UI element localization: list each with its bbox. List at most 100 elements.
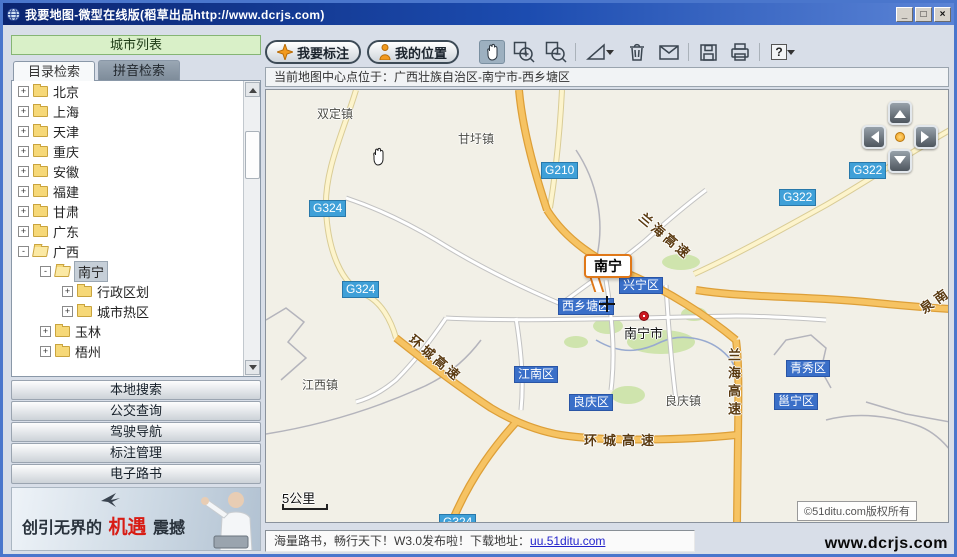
ad-banner[interactable]: 创引无界的 机遇 震撼 bbox=[11, 487, 261, 551]
my-location-label: 我的位置 bbox=[395, 43, 447, 62]
hand-icon bbox=[483, 43, 501, 61]
maximize-button[interactable]: □ bbox=[915, 7, 932, 22]
expand-icon[interactable]: + bbox=[18, 106, 29, 117]
pan-left-button[interactable] bbox=[862, 125, 886, 149]
download-link[interactable]: uu.51ditu.com bbox=[530, 534, 605, 548]
road-badge-g324: G324 bbox=[342, 281, 379, 298]
scroll-down-button[interactable] bbox=[245, 360, 260, 375]
expand-icon[interactable]: + bbox=[18, 146, 29, 157]
minimize-button[interactable]: _ bbox=[896, 7, 913, 22]
panel-ebook-route[interactable]: 电子路书 bbox=[11, 464, 261, 484]
right-arrow-icon bbox=[921, 131, 935, 143]
folder-icon bbox=[33, 226, 48, 237]
tree-item-admin-regions[interactable]: + 行政区划 bbox=[12, 281, 260, 301]
tree-item-label[interactable]: 广东 bbox=[53, 222, 79, 241]
pan-center-dot[interactable] bbox=[895, 132, 905, 142]
pan-hand-tool-button[interactable] bbox=[479, 40, 505, 64]
expand-icon[interactable]: + bbox=[18, 166, 29, 177]
expand-icon[interactable]: + bbox=[18, 186, 29, 197]
close-button[interactable]: × bbox=[934, 7, 951, 22]
tree-item-nanning[interactable]: - 南宁 bbox=[12, 261, 260, 281]
map-canvas[interactable]: 双定镇 甘圩镇 江西镇 良庆镇 G324 G324 G210 G322 G322… bbox=[265, 89, 949, 523]
panel-bus-query[interactable]: 公交查询 bbox=[11, 401, 261, 421]
tree-item-guangdong[interactable]: + 广东 bbox=[12, 221, 260, 241]
expand-icon[interactable]: + bbox=[18, 126, 29, 137]
tree-item-label[interactable]: 梧州 bbox=[75, 342, 101, 361]
annotate-button[interactable]: 我要标注 bbox=[265, 40, 361, 64]
expand-icon[interactable]: + bbox=[40, 326, 51, 337]
district-badge-jiangnan[interactable]: 江南区 bbox=[514, 366, 558, 383]
panel-driving-nav[interactable]: 驾驶导航 bbox=[11, 422, 261, 442]
expand-icon[interactable]: + bbox=[18, 226, 29, 237]
expand-icon[interactable]: + bbox=[62, 286, 73, 297]
folder-icon bbox=[77, 306, 92, 317]
tree-item-yulin[interactable]: + 玉林 bbox=[12, 321, 260, 341]
expand-icon[interactable]: + bbox=[18, 86, 29, 97]
tree-item-fujian[interactable]: + 福建 bbox=[12, 181, 260, 201]
delete-tool-button[interactable] bbox=[624, 40, 650, 64]
map-center-infobar: 当前地图中心点位于：广西壮族自治区-南宁市-西乡塘区 bbox=[265, 67, 949, 87]
expand-icon[interactable]: - bbox=[40, 266, 51, 277]
help-icon: ? bbox=[771, 44, 787, 60]
tree-item-label[interactable]: 福建 bbox=[53, 182, 79, 201]
save-tool-button[interactable] bbox=[695, 40, 721, 64]
titlebar[interactable]: 我要地图-微型在线版(稻草出品http://www.dcrjs.com) _ □… bbox=[3, 3, 954, 25]
panel-annotation-manage[interactable]: 标注管理 bbox=[11, 443, 261, 463]
district-badge-qingxiu[interactable]: 青秀区 bbox=[786, 360, 830, 377]
town-label: 良庆镇 bbox=[665, 392, 701, 409]
tree-item-label[interactable]: 玉林 bbox=[75, 322, 101, 341]
scroll-up-button[interactable] bbox=[245, 82, 260, 97]
expand-icon[interactable]: + bbox=[40, 346, 51, 357]
tree-item-label[interactable]: 城市热区 bbox=[97, 302, 149, 321]
road-badge-g322: G322 bbox=[779, 189, 816, 206]
zoom-out-tool-button[interactable] bbox=[543, 40, 569, 64]
print-tool-button[interactable] bbox=[727, 40, 753, 64]
tree-item-chongqing[interactable]: + 重庆 bbox=[12, 141, 260, 161]
mail-tool-button[interactable] bbox=[656, 40, 682, 64]
measure-tool-button[interactable] bbox=[582, 40, 618, 64]
tree-item-tianjin[interactable]: + 天津 bbox=[12, 121, 260, 141]
tab-directory-search[interactable]: 目录检索 bbox=[13, 61, 95, 81]
tree-item-label[interactable]: 上海 bbox=[53, 102, 79, 121]
my-location-button[interactable]: 我的位置 bbox=[367, 40, 459, 64]
expand-icon[interactable]: + bbox=[18, 206, 29, 217]
map-popup-nanning[interactable]: 南宁 bbox=[584, 254, 632, 278]
scrollbar-thumb[interactable] bbox=[245, 131, 260, 179]
tree-item-label[interactable]: 南宁 bbox=[75, 262, 107, 281]
ad-person-image bbox=[180, 488, 260, 551]
folder-icon bbox=[33, 126, 48, 137]
tree-item-label[interactable]: 甘肃 bbox=[53, 202, 79, 221]
tree-item-wuzhou[interactable]: + 梧州 bbox=[12, 341, 260, 361]
pan-up-button[interactable] bbox=[888, 101, 912, 125]
road-badge-g322: G322 bbox=[849, 162, 886, 179]
district-badge-yongning[interactable]: 邕宁区 bbox=[774, 393, 818, 410]
app-globe-icon bbox=[6, 7, 21, 22]
pan-down-button[interactable] bbox=[888, 149, 912, 173]
city-label-nanning: 南宁市 bbox=[624, 323, 663, 342]
tree-item-label[interactable]: 行政区划 bbox=[97, 282, 149, 301]
expand-icon[interactable]: + bbox=[62, 306, 73, 317]
tree-item-label[interactable]: 北京 bbox=[53, 82, 79, 101]
help-button[interactable]: ? bbox=[766, 40, 800, 64]
tree-item-city-hotzones[interactable]: + 城市热区 bbox=[12, 301, 260, 321]
tree-item-label[interactable]: 重庆 bbox=[53, 142, 79, 161]
zoom-in-tool-button[interactable] bbox=[511, 40, 537, 64]
tree-item-anhui[interactable]: + 安徽 bbox=[12, 161, 260, 181]
tree-item-label[interactable]: 安徽 bbox=[53, 162, 79, 181]
tree-item-guangxi[interactable]: - 广西 bbox=[12, 241, 260, 261]
panel-local-search[interactable]: 本地搜索 bbox=[11, 380, 261, 400]
tree-item-gansu[interactable]: + 甘肃 bbox=[12, 201, 260, 221]
tree-item-shanghai[interactable]: + 上海 bbox=[12, 101, 260, 121]
tab-pinyin-search[interactable]: 拼音检索 bbox=[98, 60, 180, 80]
district-badge-liangqing[interactable]: 良庆区 bbox=[569, 394, 613, 411]
tree-item-beijing[interactable]: + 北京 bbox=[12, 81, 260, 101]
pan-right-button[interactable] bbox=[914, 125, 938, 149]
tree-scrollbar[interactable] bbox=[243, 81, 260, 376]
tree-item-label[interactable]: 天津 bbox=[53, 122, 79, 141]
expand-icon[interactable]: - bbox=[18, 246, 29, 257]
district-badge-xingning[interactable]: 兴宁区 bbox=[619, 277, 663, 294]
road-badge-g324: G324 bbox=[439, 514, 476, 523]
tree-item-label[interactable]: 广西 bbox=[53, 242, 79, 261]
ad-suffix: 震撼 bbox=[153, 520, 185, 537]
highway-label-lanhai-vertical: 兰海高速 bbox=[724, 348, 743, 420]
